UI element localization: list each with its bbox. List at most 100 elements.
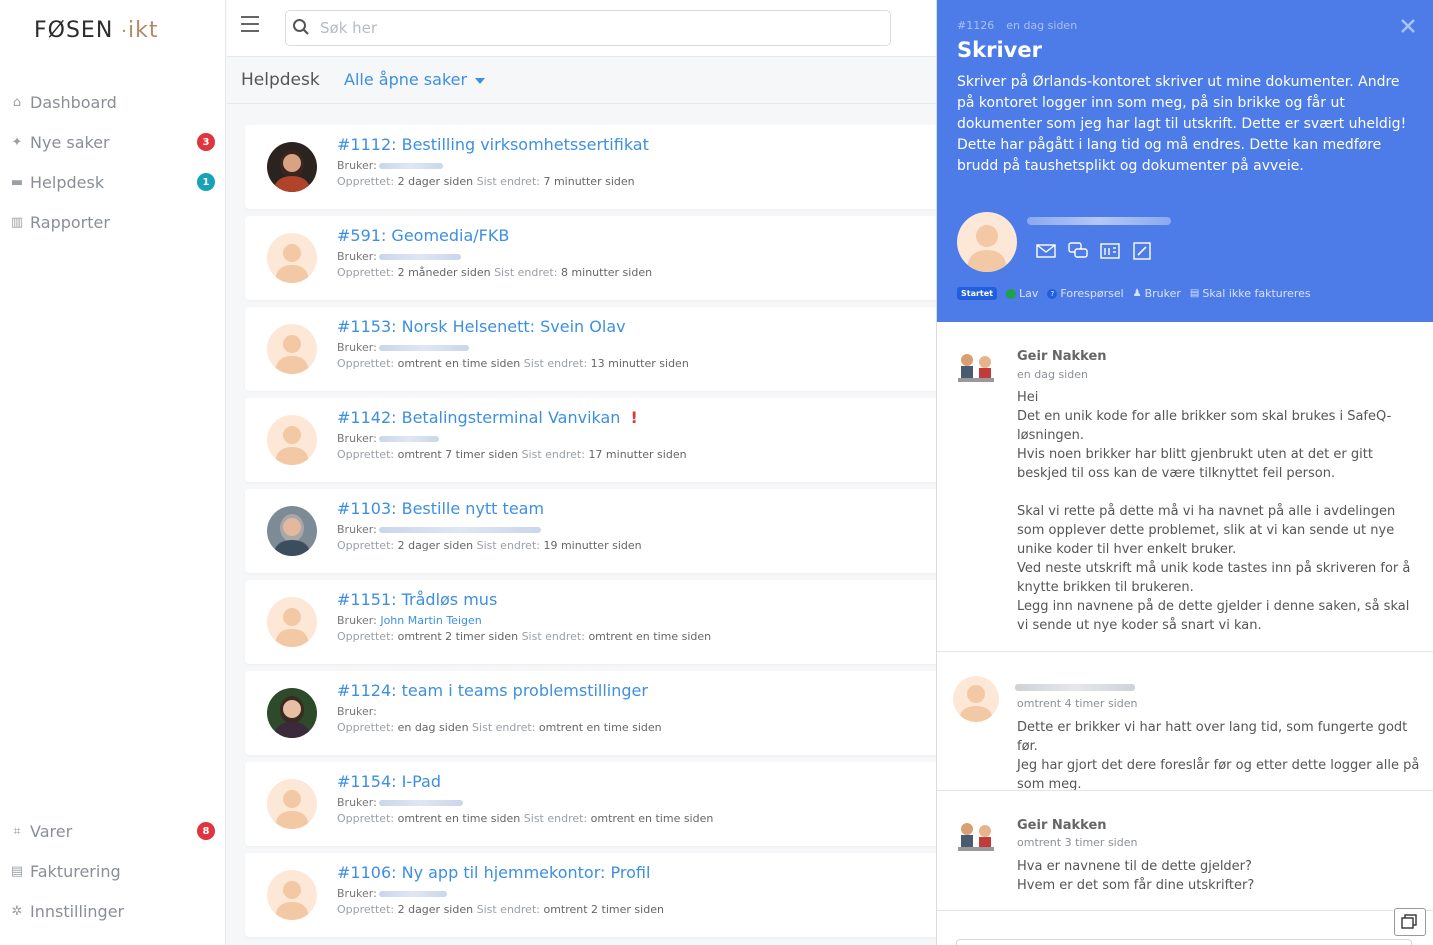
ticket-meta: Opprettet: en dag siden Sist endret: omt… (337, 721, 662, 734)
ticket-meta: Opprettet: omtrent 2 timer siden Sist en… (337, 630, 711, 643)
ticket-user: Bruker: (337, 250, 461, 263)
comment-avatar (953, 676, 999, 722)
contact-actions (1035, 240, 1153, 262)
comment-time: omtrent 4 timer siden (1017, 697, 1138, 710)
sidebar-item-innstillinger[interactable]: ✲ Innstillinger (8, 896, 218, 926)
ticket-card[interactable]: #1112: Bestilling virksomhetssertifikat B… (245, 125, 936, 209)
ticket-title[interactable]: #591: Geomedia/FKB (337, 226, 509, 245)
sidebar-item-dashboard[interactable]: ⌂ Dashboard (8, 87, 218, 117)
ticket-title-text: #1106: Ny app til hjemmekontor: Profil (337, 863, 651, 882)
sidebar-item-helpdesk[interactable]: ▬ Helpdesk 1 (8, 167, 218, 197)
changed-label: Sist endret: (472, 721, 536, 734)
created-value: omtrent en time siden (397, 357, 521, 370)
created-value: en dag siden (397, 721, 469, 734)
ticket-title[interactable]: #1142: Betalingsterminal Vanvikan! (337, 408, 638, 427)
user-label: Bruker: (337, 614, 377, 627)
changed-value: omtrent 2 timer siden (543, 903, 664, 916)
ticket-title[interactable]: #1106: Ny app til hjemmekontor: Profil (337, 863, 650, 882)
ticket-user: Bruker: (337, 887, 447, 900)
avatar (267, 324, 317, 374)
ticket-title[interactable]: #1154: I-Pad (337, 772, 441, 791)
ticket-tags: Startet Lav ? Forespørsel ♟ Bruker ▤ Skal i… (957, 287, 1320, 300)
ticket-card[interactable]: #591: Geomedia/FKB Bruker: Opprettet: 2 må… (245, 216, 936, 300)
changed-label: Sist endret: (476, 903, 540, 916)
list-header: Helpdesk Alle åpne saker (227, 58, 936, 104)
billing-tag: ▤ Skal ikke faktureres (1190, 287, 1311, 300)
ticket-card[interactable]: #1151: Trådløs mus Bruker: John Martin Te… (245, 580, 936, 664)
changed-value: 19 minutter siden (543, 539, 642, 552)
changed-value: 17 minutter siden (588, 448, 687, 461)
ticket-card[interactable]: #1153: Norsk Helsenett: Svein Olav Bruker… (245, 307, 936, 391)
sidebar-item-nye-saker[interactable]: ✦ Nye saker 3 (8, 127, 218, 157)
restore-window-button[interactable] (1394, 908, 1426, 936)
ticket-title[interactable]: #1112: Bestilling virksomhetssertifikat (337, 135, 649, 154)
sidebar-item-varer[interactable]: ⌗ Varer 8 (8, 816, 218, 846)
ticket-detail-header: #1126 en dag siden Skriver Skriver på Ørl… (937, 0, 1433, 322)
requester-avatar (957, 212, 1017, 272)
avatar (267, 688, 317, 738)
chat-icon[interactable] (1067, 240, 1089, 262)
sidebar-item-fakturering[interactable]: ▤ Fakturering (8, 856, 218, 886)
ticket-meta: Opprettet: omtrent en time siden Sist en… (337, 812, 713, 825)
user-name-redacted (378, 527, 541, 533)
sidebar-item-rapporter[interactable]: ▥ Rapporter (8, 207, 218, 237)
logo-main: FØSEN (34, 18, 114, 43)
created-value: 2 dager siden (397, 539, 474, 552)
sidebar: FØSEN ·ikt ⌂ Dashboard ✦ Nye saker 3 ▬ H… (0, 0, 226, 945)
home-icon: ⌂ (12, 94, 22, 110)
changed-label: Sist endret: (476, 175, 540, 188)
ticket-card[interactable]: #1124: team i teams problemstillinger Bru… (245, 671, 936, 755)
ticket-title-text: #1103: Bestille nytt team (337, 499, 545, 518)
ticket-id: #1126 (957, 19, 995, 32)
changed-value: omtrent en time siden (590, 812, 714, 825)
document-icon: ▤ (1189, 288, 1200, 299)
ticket-user: Bruker: (337, 341, 469, 354)
search-icon (293, 19, 309, 35)
created-label: Opprettet: (337, 903, 395, 916)
logo[interactable]: FØSEN ·ikt (34, 18, 159, 43)
filter-dropdown[interactable]: Alle åpne saker (344, 70, 486, 89)
status-badge: Startet (957, 287, 998, 300)
changed-value: 8 minutter siden (560, 266, 653, 279)
menu-icon[interactable] (241, 16, 259, 32)
monitor-icon: ▬ (10, 174, 24, 190)
close-icon[interactable] (1398, 16, 1418, 36)
user-label: Bruker: (337, 341, 377, 354)
ticket-card[interactable]: #1103: Bestille nytt team Bruker: Opprette… (245, 489, 936, 573)
search-input[interactable] (320, 17, 880, 39)
created-label: Opprettet: (337, 448, 395, 461)
comment-body: Dette er brikker vi har hatt over lang t… (1017, 720, 1420, 792)
comment-avatar (953, 817, 999, 863)
email-icon[interactable] (1035, 240, 1057, 262)
comment-body: Hei Det en unik kode for alle brikker so… (1017, 390, 1411, 633)
ticket-title-text: #591: Geomedia/FKB (337, 226, 510, 245)
ticket-meta: Opprettet: 2 måneder siden Sist endret: … (337, 266, 652, 279)
window-icon (1401, 914, 1417, 929)
changed-label: Sist endret: (523, 357, 588, 370)
ticket-title[interactable]: #1151: Trådløs mus (337, 590, 497, 609)
ticket-title[interactable]: #1124: team i teams problemstillinger (337, 681, 648, 700)
user-name-link[interactable]: John Martin Teigen (380, 614, 481, 627)
search-box[interactable] (285, 10, 891, 46)
comment: Geir Nakken en dag siden Hei Det en unik… (937, 322, 1433, 651)
created-label: Opprettet: (337, 175, 395, 188)
topbar (227, 0, 936, 57)
reply-input[interactable] (956, 939, 1412, 945)
ticket-card[interactable]: #1154: I-Pad Bruker: Opprettet: omtrent en… (245, 762, 936, 846)
avatar (267, 870, 317, 920)
edit-icon[interactable] (1131, 240, 1153, 262)
ticket-meta: Opprettet: 2 dager siden Sist endret: 19… (337, 539, 642, 552)
user-label: Bruker: (337, 705, 377, 718)
ticket-card[interactable]: #1142: Betalingsterminal Vanvikan! Bruker… (245, 398, 936, 482)
ticket-user: Bruker: (337, 432, 439, 445)
ticket-title[interactable]: #1103: Bestille nytt team (337, 499, 544, 518)
contact-card-icon[interactable] (1099, 240, 1121, 262)
created-label: Opprettet: (337, 721, 395, 734)
ticket-card[interactable]: #1106: Ny app til hjemmekontor: Profil Br… (245, 853, 936, 937)
comment: Geir Nakken omtrent 3 timer siden Hva er… (937, 790, 1433, 910)
ticket-user: Bruker: John Martin Teigen (337, 614, 482, 627)
changed-label: Sist endret: (494, 266, 558, 279)
changed-label: Sist endret: (521, 448, 585, 461)
ticket-list: #1112: Bestilling virksomhetssertifikat B… (227, 105, 936, 945)
ticket-title[interactable]: #1153: Norsk Helsenett: Svein Olav (337, 317, 626, 336)
